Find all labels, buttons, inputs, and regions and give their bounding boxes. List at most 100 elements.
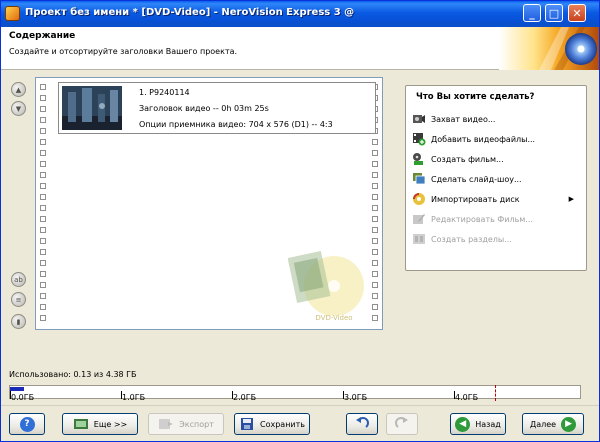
import-disc-action[interactable]: Импортировать диск ▶ xyxy=(412,190,582,208)
make-slideshow-label: Сделать слайд-шоу... xyxy=(431,174,522,184)
film-strip-hole xyxy=(40,293,46,299)
undo-icon xyxy=(354,416,370,432)
film-strip-hole xyxy=(40,95,46,101)
usage-scale-label: 2.0ГБ xyxy=(233,393,257,402)
film-strip-hole xyxy=(40,249,46,255)
film-strip-hole xyxy=(372,315,378,321)
title-item[interactable]: 1. P9240114 Заголовок видео -- 0h 03m 25… xyxy=(58,82,376,134)
film-strip-hole xyxy=(40,227,46,233)
capture-video-action[interactable]: Захват видео... xyxy=(412,110,495,128)
film-strip-hole xyxy=(372,304,378,310)
film-strip-hole xyxy=(40,260,46,266)
usage-scale-label: 3.0ГБ xyxy=(344,393,368,402)
film-strip-hole xyxy=(372,172,378,178)
actions-panel: Что Вы хотите сделать? Захват видео... Д… xyxy=(405,85,587,271)
move-down-button[interactable]: ▼ xyxy=(11,101,26,116)
close-button[interactable]: ✕ xyxy=(568,4,586,22)
svg-text:DVD-Video: DVD-Video xyxy=(315,314,352,322)
disc-capacity-marker xyxy=(495,385,497,401)
add-video-files-action[interactable]: Добавить видеофайлы... xyxy=(412,130,535,148)
create-movie-label: Создать фильм... xyxy=(431,154,504,164)
more-button[interactable]: Еще >> xyxy=(62,413,138,435)
export-button[interactable]: Экспорт xyxy=(148,413,224,435)
film-strip-hole xyxy=(372,271,378,277)
edit-movie-action[interactable]: Редактировать Фильм... xyxy=(412,210,533,228)
help-icon: ? xyxy=(19,416,35,432)
film-strip-hole xyxy=(40,205,46,211)
edit-movie-label: Редактировать Фильм... xyxy=(431,214,533,224)
film-strip-hole xyxy=(40,150,46,156)
disc-usage-label: Использовано: 0.13 из 4.38 ГБ xyxy=(9,370,137,379)
film-strip-hole xyxy=(372,183,378,189)
film-strip-hole xyxy=(40,106,46,112)
film-strip-hole xyxy=(40,172,46,178)
film-strip-hole xyxy=(40,84,46,90)
film-strip-hole xyxy=(372,194,378,200)
create-chapters-action[interactable]: Создать разделы... xyxy=(412,230,512,248)
next-arrow-icon: ▶ xyxy=(561,416,577,432)
film-strip-hole xyxy=(372,161,378,167)
title-options: Опции приемника видео: 704 x 576 (D1) --… xyxy=(139,120,333,129)
save-button-label: Сохранить xyxy=(260,419,305,429)
nerovision-app-icon[interactable] xyxy=(5,6,20,21)
dvd-video-watermark: DVD-Video xyxy=(287,246,368,326)
make-movie-icon xyxy=(412,152,426,166)
import-disc-icon xyxy=(412,192,426,206)
capture-icon xyxy=(412,112,426,126)
usage-scale-label: 1.0ГБ xyxy=(122,393,146,402)
film-strip-hole xyxy=(40,194,46,200)
next-button-label: Далее xyxy=(529,419,557,429)
title-name: 1. P9240114 xyxy=(139,88,190,97)
film-strip-hole xyxy=(40,216,46,222)
title-bar[interactable]: Проект без имени * [DVD-Video] - NeroVis… xyxy=(1,1,599,27)
create-chapters-label: Создать разделы... xyxy=(431,234,512,244)
film-strip-hole xyxy=(372,216,378,222)
film-strip-hole xyxy=(372,282,378,288)
film-strip-hole xyxy=(40,128,46,134)
minimize-button[interactable]: _ xyxy=(523,4,541,22)
make-slideshow-action[interactable]: Сделать слайд-шоу... xyxy=(412,170,522,188)
film-strip-hole xyxy=(40,161,46,167)
help-button[interactable]: ? xyxy=(9,413,45,435)
film-strip-hole xyxy=(372,150,378,156)
slideshow-icon xyxy=(412,172,426,186)
save-button[interactable]: Сохранить xyxy=(234,413,310,435)
save-icon xyxy=(239,417,255,431)
film-strip-hole xyxy=(40,304,46,310)
move-up-button[interactable]: ▲ xyxy=(11,82,26,97)
film-strip-hole xyxy=(40,271,46,277)
export-button-label: Экспорт xyxy=(179,419,214,429)
rename-button[interactable]: ab xyxy=(11,272,26,287)
next-button[interactable]: Далее ▶ xyxy=(522,413,584,435)
film-strip-hole xyxy=(40,282,46,288)
maximize-button[interactable]: □ xyxy=(545,4,563,22)
delete-button[interactable]: ▮ xyxy=(11,314,26,329)
app-window: Проект без имени * [DVD-Video] - NeroVis… xyxy=(0,0,600,442)
back-button[interactable]: ◀ Назад xyxy=(450,413,506,435)
undo-button[interactable] xyxy=(346,413,378,435)
film-strip-hole xyxy=(372,205,378,211)
usage-scale-label: 0.0ГБ xyxy=(11,393,35,402)
redo-button[interactable] xyxy=(386,413,418,435)
film-strip-hole xyxy=(372,238,378,244)
film-strip-hole xyxy=(372,249,378,255)
film-strip-hole xyxy=(40,238,46,244)
properties-button[interactable]: ≡ xyxy=(11,292,26,307)
title-duration: Заголовок видео -- 0h 03m 25s xyxy=(139,104,269,113)
page-header: Содержание Создайте и отсортируйте загол… xyxy=(1,27,599,70)
page-title: Содержание xyxy=(9,31,76,41)
back-button-label: Назад xyxy=(475,419,501,429)
actions-panel-title: Что Вы хотите сделать? xyxy=(416,92,535,102)
film-strip-hole xyxy=(372,227,378,233)
film-strip-hole xyxy=(40,183,46,189)
create-movie-action[interactable]: Создать фильм... xyxy=(412,150,504,168)
more-options-icon xyxy=(73,417,89,431)
page-subtitle: Создайте и отсортируйте заголовки Вашего… xyxy=(9,47,238,56)
titles-list[interactable]: 1. P9240114 Заголовок видео -- 0h 03m 25… xyxy=(35,77,383,330)
film-strip-hole xyxy=(372,293,378,299)
edit-movie-icon xyxy=(412,212,426,226)
disc-usage-fill xyxy=(10,387,25,391)
nero-banner-logo xyxy=(499,27,599,70)
window-title: Проект без имени * [DVD-Video] - NeroVis… xyxy=(25,7,355,18)
more-button-label: Еще >> xyxy=(93,419,128,429)
